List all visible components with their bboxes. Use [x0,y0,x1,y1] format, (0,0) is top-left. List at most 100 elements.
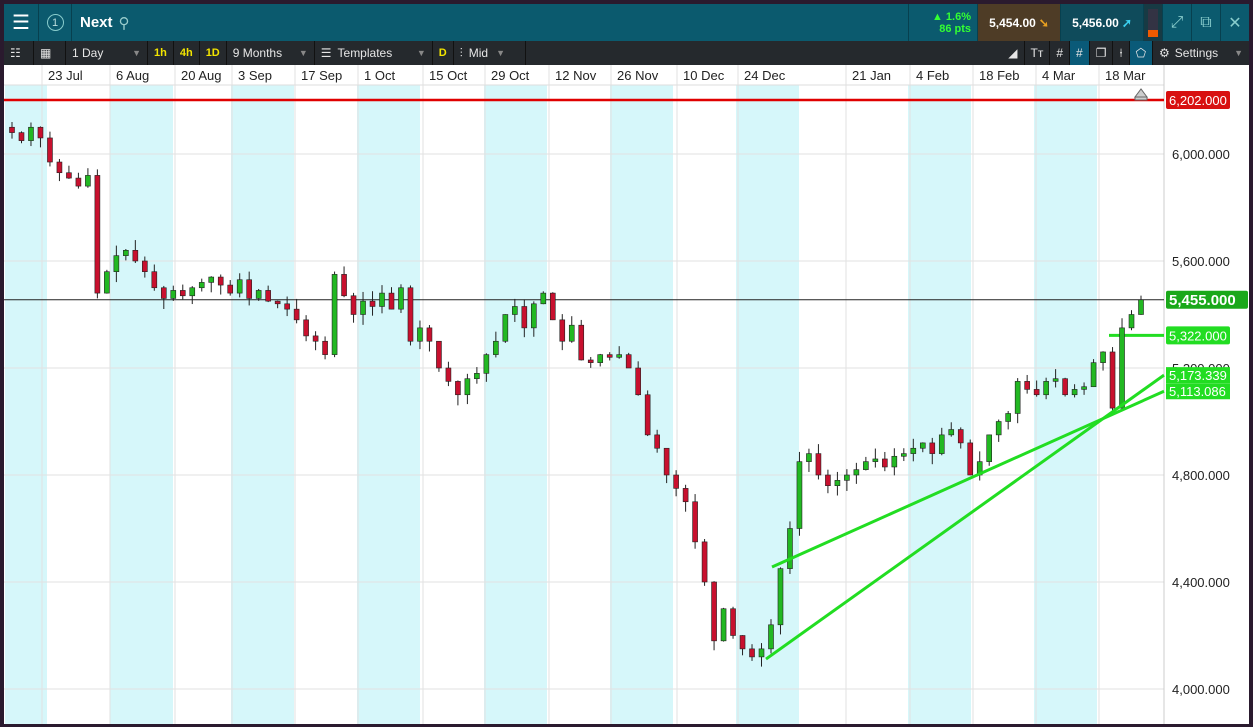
popout-icon[interactable]: ⧉ [1192,4,1221,41]
candle-body [749,648,755,658]
candle-body [872,458,879,462]
candle-body [28,126,34,141]
candle-body [417,327,423,342]
candle-body [151,271,158,289]
expand-icon[interactable]: ⤢ [1163,4,1192,41]
workspace-index[interactable]: 1 [39,4,72,41]
close-icon[interactable]: ✕ [1221,4,1249,41]
candle-body [531,303,537,329]
d-button[interactable]: D [433,41,454,65]
candle-body [66,172,72,179]
x-tick-label: 26 Nov [617,68,659,83]
candle-body [331,274,338,355]
candle-body [455,381,461,396]
candle-body [701,541,708,583]
price-type-select[interactable]: ⫶ Mid ▼ [454,41,526,65]
y-tick-label: 4,400.000 [1172,575,1230,590]
candle-body [606,354,613,358]
candle-body [104,271,110,294]
layout-icon[interactable]: ▦ [34,41,66,65]
candle-body [436,340,442,369]
candle-body [227,284,234,294]
candle-body [512,306,518,315]
range-select[interactable]: 9 Months ▼ [227,41,315,65]
candle-body [777,568,784,626]
candle-body [246,279,252,299]
grid-icon[interactable]: # [1050,41,1071,65]
candle-body [967,442,974,476]
index-badge: 1 [46,14,64,31]
candle-body [379,292,385,307]
candle-body [56,161,63,174]
quick-1h[interactable]: 1h [148,41,174,65]
candle-body [625,354,632,369]
templates-select[interactable]: ☰ Templates ▼ [315,41,433,65]
x-tick-label: 18 Feb [979,68,1019,83]
candle-body [568,324,575,342]
candle-body [863,461,869,470]
quick-1d[interactable]: 1D [200,41,227,65]
quick-4h[interactable]: 4h [174,41,200,65]
search-icon[interactable]: ⚲ [119,14,130,32]
buy-price-button[interactable]: 5,456.00 ➚ [1061,4,1144,41]
shaded-period [357,85,420,724]
candle-body [265,290,271,302]
candle-body [720,608,727,642]
candle-body [132,250,139,262]
candle-body [739,635,746,650]
x-tick-label: 17 Sep [301,68,342,83]
candles-icon: ⫶ [459,45,463,60]
candle-body [559,319,566,342]
indicator-icon[interactable]: ⍿ [1113,41,1130,65]
draw-line-icon[interactable]: ◢ [1002,41,1025,65]
candle-body [692,501,698,543]
list-icon[interactable]: ☷ [4,41,34,65]
candle-body [274,300,281,305]
up-arrow-icon: ➚ [1121,15,1132,30]
gear-icon: ⚙ [1159,46,1170,60]
candle-body [616,354,622,358]
x-tick-label: 10 Dec [683,68,725,83]
signal-strength-icon [1144,4,1163,41]
price-change: ▲ 1.6% 86 pts [908,4,978,41]
candle-body [948,429,955,436]
interval-select[interactable]: 1 Day ▼ [66,41,148,65]
candle-body [217,276,224,286]
candle-body [815,453,822,476]
candle-body [85,175,91,187]
candle-body [464,378,471,396]
candle-body [388,292,395,310]
candle-body [787,528,793,569]
candle-body [1062,378,1068,396]
candle-body [255,290,262,299]
candle-body [1119,327,1125,409]
candle-body [360,300,366,315]
candle-body [284,303,290,310]
price-chart[interactable]: 23 Jul 6 Aug 20 Aug 3 Sep 17 Sep 1 Oct 15 Oct 2… [4,65,1249,724]
candle-body [123,250,129,256]
candle-body [350,295,357,315]
text-tool-icon[interactable]: Tт [1025,41,1051,65]
instrument-title[interactable]: Next [80,14,113,31]
sell-price-button[interactable]: 5,454.00 ➘ [978,4,1061,41]
title-bar: ☰ 1 Next ⚲ ▲ 1.6% 86 pts 5,454.00 ➘ 5,456.… [4,4,1249,41]
label-tag-icon[interactable]: ⬠ [1129,41,1153,65]
candle-body [47,137,53,163]
settings-button[interactable]: ⚙ Settings ▼ [1153,41,1249,65]
candle-body [929,442,936,454]
layers-icon[interactable]: ❐ [1090,41,1114,65]
scroll-up-icon[interactable] [1134,88,1148,101]
candle-body [113,255,120,272]
crosshair-grid-icon[interactable]: # [1070,41,1090,65]
candle-body [853,469,860,476]
hamburger-icon: ☰ [12,12,30,34]
menu-button[interactable]: ☰ [4,4,39,41]
candle-body [1081,386,1087,390]
resistance-label: 6,202.000 [1169,93,1227,108]
candle-body [1052,378,1059,382]
candle-body [189,287,196,297]
x-tick-label: 12 Nov [555,68,597,83]
chart-window: ☰ 1 Next ⚲ ▲ 1.6% 86 pts 5,454.00 ➘ 5,456.… [4,4,1249,724]
candle-body [426,327,433,342]
candle-body [1033,389,1040,396]
